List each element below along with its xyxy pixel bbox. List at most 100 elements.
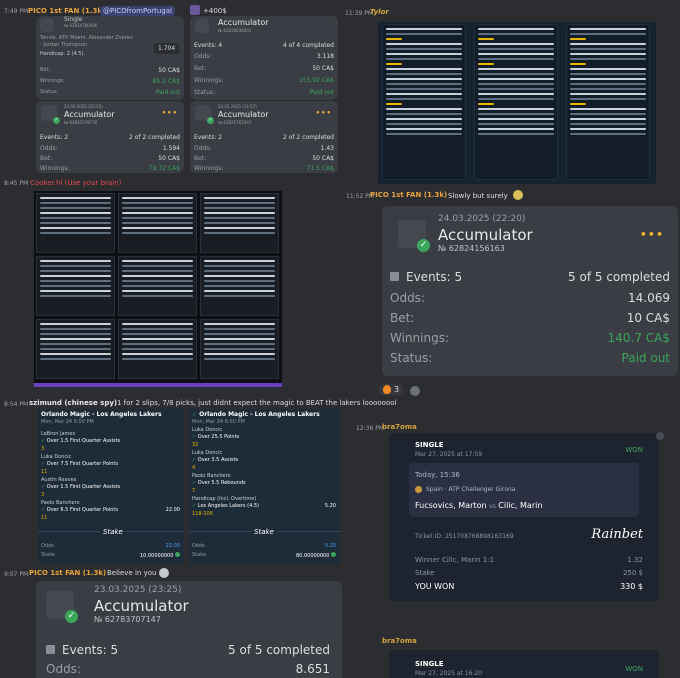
slip-icon: ✓ [195,105,214,124]
events-completed: 4 of 4 completed [283,42,334,49]
leg-player: Luka Doncic [192,427,223,433]
image-attachment[interactable] [378,22,656,184]
odds-label: Odds: [46,662,81,676]
events-completed: 5 of 5 completed [568,270,670,284]
bet-label: Bet: [40,67,51,73]
odds-value: 1.594 [162,145,180,152]
leg-pick: ✓ Over 6.5 First Quarter Points [41,507,118,513]
event-desc: Tennis. ATP. Miami. Alexander Zverev - J… [40,35,133,48]
bet-slip-accumulator[interactable]: ✓ 24.03.2025 (11:57) Accumulator № 62835… [190,101,338,173]
stake-slip[interactable]: ✓ Orlando Magic - Los Angeles Lakers Mon… [189,409,340,564]
slip-number: № 62783707147 [94,615,161,624]
username[interactable]: PICO 1st FAN (1.3k) [28,7,105,15]
slip-title: Accumulator [438,226,533,244]
slip-number: № 62834780946 [64,23,98,28]
status-label: Status: [40,89,58,95]
bet-slip-accumulator[interactable]: Accumulator № 62834036001 Events: 4 4 of… [190,16,338,100]
timestamp: 11:39 PM [345,10,373,17]
stake-logo: Stake [251,528,277,536]
slip-number: № 62835767047 [218,120,252,125]
bet-value: 50 CA$ [312,155,334,162]
scroll-dot [656,432,664,440]
status-value: Paid out [621,351,670,365]
leg-value: 11 [41,469,48,475]
layers-icon [46,645,55,654]
events-count: Events: 2 [40,134,69,141]
result-badge: WON [625,446,643,454]
username[interactable]: szimund (chinese spy) [29,399,117,407]
timestamp: 12:36 PM [356,425,384,432]
events-count: Events: 5 [62,643,119,657]
pick: Winner Cilic, Marin 1:1 [415,556,495,564]
won-value: 330 $ [620,582,643,591]
leg-pick: ✓ Over 1.5 First Quarter Assists [41,438,121,444]
stake-label: Stake [41,552,55,558]
username[interactable]: PICO 1st FAN (1.3k) [29,569,106,577]
slip-number: № 62824156163 [438,244,505,253]
slip-title: Accumulator [218,110,269,119]
odds-value: 3.118 [316,53,334,60]
stake-slip[interactable]: Orlando Magic - Los Angeles Lakers Mon, … [38,409,184,564]
pick-odds: 1.32 [627,556,643,564]
image-attachment[interactable] [34,191,282,387]
slip-screenshot [200,256,279,316]
event-league: Spain · ATP Challenger Girona [415,486,516,493]
more-options-icon[interactable]: ••• [162,109,178,117]
username[interactable]: Tylor [370,8,389,16]
more-options-icon[interactable]: ••• [640,228,664,241]
winnings-label: Winnings: [40,78,65,84]
bet-slip-accumulator[interactable]: ✓ 24.03.2025 (22:05) Accumulator № 62835… [36,101,184,173]
leg-value: 4 [192,465,196,471]
events-completed: 5 of 5 completed [228,643,330,657]
rainbet-slip[interactable]: SINGLE Mar 27, 2025 at 16:20 WON [389,650,659,678]
odds-value: 1.43 [320,145,334,152]
user-mention[interactable]: @PICOfromPortugal [100,6,175,16]
slip-date: 24.03.2025 (22:05) [64,104,103,109]
emoji-icon [190,5,200,15]
username[interactable]: bra7oma [382,423,417,431]
emoji-icon [159,568,169,578]
odds-value: 22.00 [165,543,180,549]
stake-value: 80.00000000 [296,552,336,559]
bet-slip-accumulator[interactable]: ✓ 23.03.2025 (23:25) Accumulator № 62783… [36,581,342,678]
bet-slip-accumulator[interactable]: ✓ 24.03.2025 (22:20) Accumulator № 62824… [382,206,678,376]
placed-at: Mar 27, 2025 at 17:59 [415,451,483,458]
leg-player: Luka Doncic [192,450,223,456]
message-text: +400$ [203,7,227,15]
timestamp: 9:07 PM [4,571,29,578]
winnings-value: 140.7 CA$ [607,331,670,345]
odds-label: Odds [192,543,205,549]
slip-screenshot [566,24,650,180]
slip-title: Accumulator [64,110,115,119]
username[interactable]: PICO 1st FAN (1.3k) [370,191,447,199]
reaction-fire[interactable]: 3 [378,384,405,395]
status-value: Paid out [155,89,180,96]
rainbet-slip[interactable]: SINGLE Mar 27, 2025 at 17:59 WON Today, … [389,433,659,601]
slip-title: Accumulator [218,18,269,27]
leg-odds: 22.00 [165,507,180,513]
game-date: Mon, Mar 24 6:00 PM [41,419,94,425]
winnings-label: Winnings: [194,77,224,84]
events-count: Events: 2 [194,134,223,141]
event-time: Today, 15:36 [415,471,460,479]
slip-type: Single [64,16,83,23]
odds-value: 14.069 [628,291,670,305]
add-reaction-icon[interactable] [410,386,420,396]
odds-label: Odds: [194,53,212,60]
won-label: YOU WON [415,582,455,591]
leg-player: LeBron James [41,431,76,437]
slip-screenshot [200,193,279,253]
bet-slip-single[interactable]: Single № 62834780946 Tennis. ATP. Miami.… [36,16,184,100]
odds-label: Odds: [390,291,425,305]
more-options-icon[interactable]: ••• [316,109,332,117]
bet-label: Bet: [194,65,207,72]
username[interactable]: Cooker.hl (Use your brain) [30,179,121,187]
ticket-id[interactable]: Ticket ID: 251708768898163169 [415,533,514,540]
username[interactable]: bra7oma [382,637,417,645]
slip-screenshot [382,24,466,180]
bet-value: 50 CA$ [158,155,180,162]
slip-icon: ✓ [398,220,430,252]
fire-icon [383,385,391,394]
odds-label: Odds: [194,145,212,152]
bet-value: 50 CA$ [312,65,334,72]
